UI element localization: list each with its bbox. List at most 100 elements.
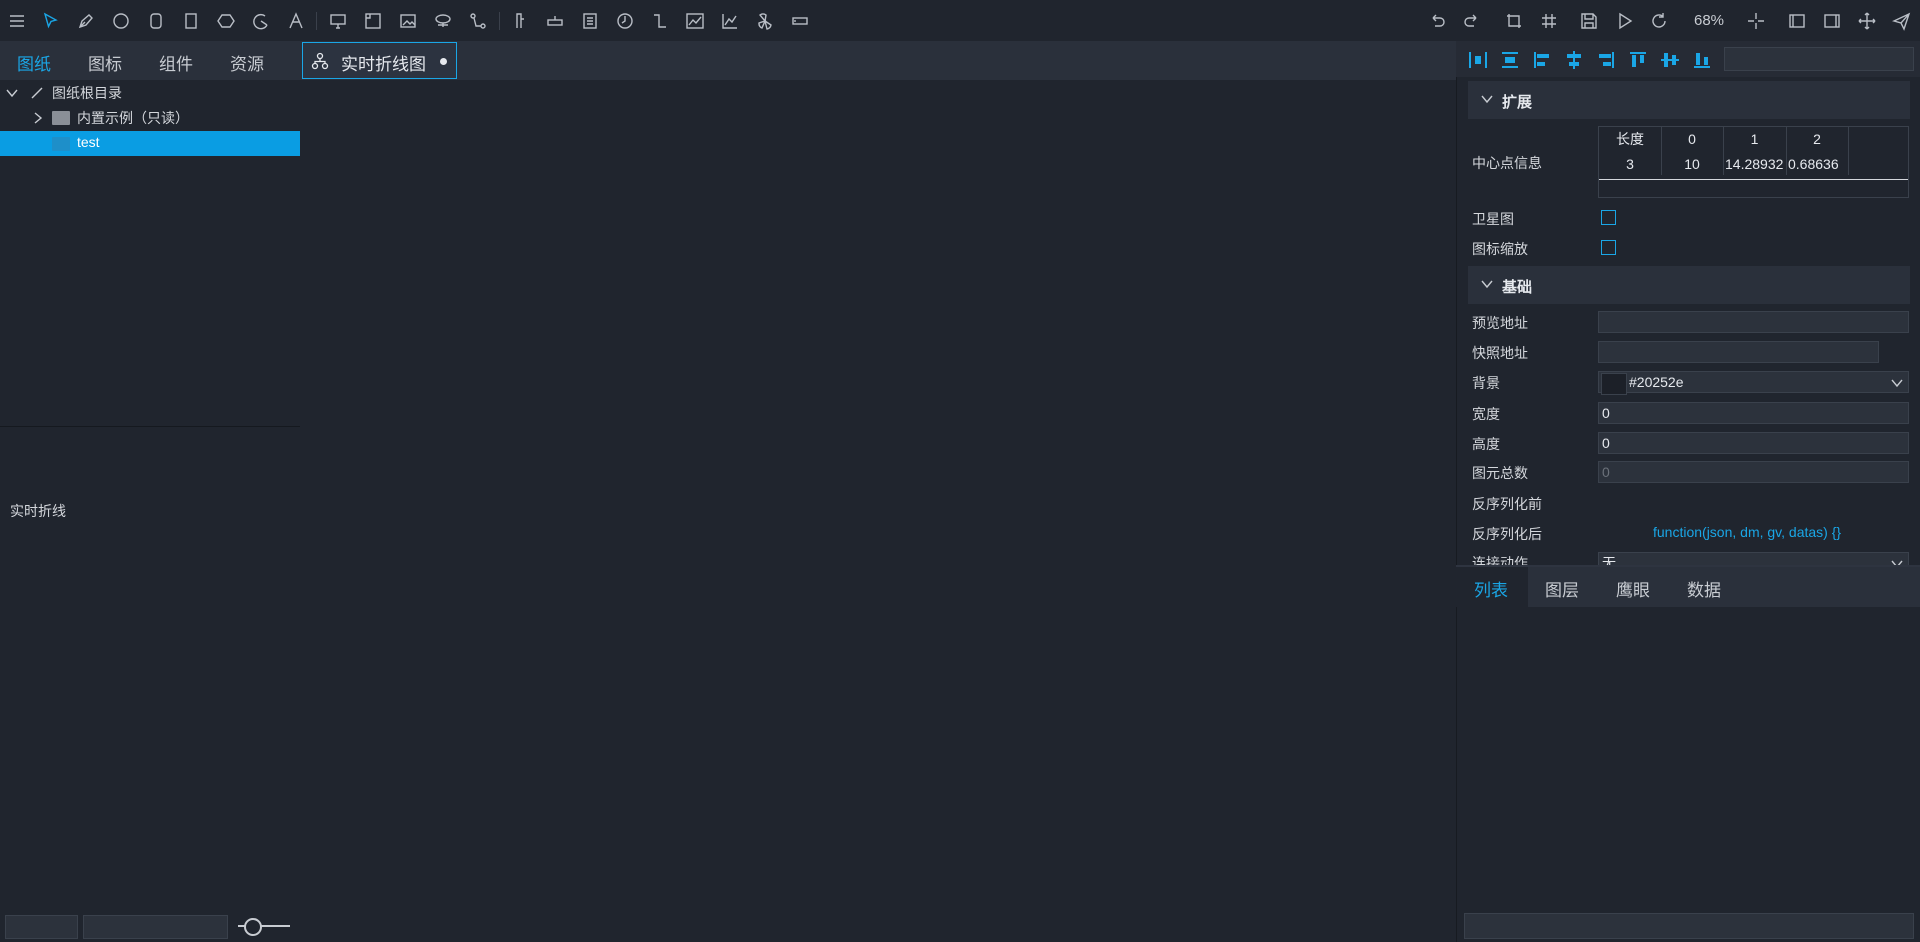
color-swatch[interactable] [1601, 373, 1627, 395]
tree-item-test[interactable]: test [0, 131, 300, 156]
element-total-label: 图元总数 [1472, 465, 1528, 481]
menu-icon[interactable] [5, 9, 29, 33]
table-header-cell: 1 [1750, 131, 1759, 147]
redo-icon[interactable] [1460, 9, 1484, 33]
distribute-h-icon[interactable] [1467, 49, 1489, 71]
size-slider-knob[interactable] [244, 918, 262, 936]
align-center-h-icon[interactable] [1563, 49, 1585, 71]
preview-url-input[interactable] [1598, 311, 1909, 333]
folder-icon [52, 137, 70, 151]
snapshot-url-input[interactable] [1598, 341, 1879, 363]
monitor-icon[interactable] [326, 9, 350, 33]
rounded-rect-icon[interactable] [144, 9, 168, 33]
fan-icon[interactable] [753, 9, 777, 33]
height-label: 高度 [1472, 436, 1500, 452]
document-icon[interactable] [578, 9, 602, 33]
tab-icons[interactable]: 图标 [88, 50, 122, 75]
tab-list[interactable]: 列表 [1474, 576, 1508, 601]
deserialize-after-function-link[interactable]: function(json, dm, gv, datas) {} [1653, 524, 1841, 540]
arc-icon[interactable] [249, 9, 273, 33]
chevron-down-icon[interactable] [5, 86, 19, 100]
hexagon-icon[interactable] [214, 9, 238, 33]
connect-action-select[interactable]: 无 [1598, 552, 1909, 565]
align-middle-v-icon[interactable] [1659, 49, 1681, 71]
chevron-down-icon [1891, 560, 1903, 565]
circle-icon[interactable] [109, 9, 133, 33]
icon-scale-checkbox[interactable] [1601, 240, 1616, 255]
table-cell[interactable]: 0.68636 [1788, 152, 1848, 176]
chart-bar-v-icon[interactable] [508, 9, 532, 33]
table-cell[interactable]: 10 [1661, 152, 1723, 176]
align-right-icon[interactable] [1595, 49, 1617, 71]
chevron-down-icon [1481, 280, 1493, 289]
drawing-canvas[interactable] [300, 80, 1456, 942]
align-top-icon[interactable] [1627, 49, 1649, 71]
property-filter-input[interactable] [1724, 47, 1914, 71]
save-icon[interactable] [1577, 9, 1601, 33]
frame-icon[interactable] [361, 9, 385, 33]
image-icon[interactable] [396, 9, 420, 33]
play-icon[interactable] [1612, 9, 1636, 33]
document-tab[interactable]: 实时折线图 [302, 42, 457, 79]
chevron-down-icon [1891, 379, 1903, 388]
connect-action-label: 连接动作 [1472, 555, 1528, 565]
tab-drawings[interactable]: 图纸 [17, 50, 51, 75]
deserialize-before-label: 反序列化前 [1472, 496, 1542, 512]
toolbar-separator [499, 12, 500, 30]
tree-item-builtin[interactable]: 内置示例（只读） [0, 105, 300, 130]
tab-resources[interactable]: 资源 [230, 50, 264, 75]
tab-layers[interactable]: 图层 [1545, 576, 1579, 601]
zoom-level[interactable]: 68% [1694, 12, 1724, 29]
align-left-icon[interactable] [1531, 49, 1553, 71]
width-input[interactable]: 0 [1598, 402, 1909, 424]
element-total-input: 0 [1598, 461, 1909, 483]
section-basic-title: 基础 [1502, 279, 1533, 296]
chevron-right-icon[interactable] [31, 111, 45, 125]
unsaved-dot-icon [440, 58, 447, 65]
text-icon[interactable] [284, 9, 308, 33]
crop-icon[interactable] [1502, 9, 1526, 33]
satellite-checkbox[interactable] [1601, 210, 1616, 225]
section-extend-header[interactable]: 扩展 [1468, 81, 1910, 119]
background-label: 背景 [1472, 375, 1500, 391]
panel-right-icon[interactable] [1820, 9, 1844, 33]
tree-root[interactable]: 图纸根目录 [0, 80, 300, 105]
list-filter-input[interactable] [1464, 913, 1914, 939]
move-icon[interactable] [1855, 9, 1879, 33]
clock-icon[interactable] [613, 9, 637, 33]
rect-icon[interactable] [179, 9, 203, 33]
refresh-icon[interactable] [1647, 9, 1671, 33]
panel-left-icon[interactable] [1785, 9, 1809, 33]
network-icon[interactable] [431, 9, 455, 33]
background-color-select[interactable]: #20252e [1598, 371, 1909, 393]
chart-bar-h-icon[interactable] [543, 9, 567, 33]
table-header-cell: 长度 [1616, 131, 1644, 147]
connector-icon[interactable] [466, 9, 490, 33]
align-bottom-icon[interactable] [1691, 49, 1713, 71]
table-cell[interactable]: 3 [1599, 152, 1661, 176]
line-chart-icon[interactable] [683, 9, 707, 33]
component-item-label[interactable]: 实时折线 [10, 501, 66, 521]
bottom-input-1[interactable] [5, 915, 78, 939]
grid-icon[interactable] [1537, 9, 1561, 33]
bottom-input-2[interactable] [83, 915, 228, 939]
section-basic-header[interactable]: 基础 [1468, 266, 1910, 304]
crosshair-icon[interactable] [1744, 9, 1768, 33]
section-extend-title: 扩展 [1502, 94, 1533, 111]
tab-data[interactable]: 数据 [1687, 576, 1721, 601]
tab-components[interactable]: 组件 [159, 50, 193, 75]
step-line-icon[interactable] [648, 9, 672, 33]
area-chart-icon[interactable] [718, 9, 742, 33]
select-icon[interactable] [39, 9, 63, 33]
panel-divider[interactable] [0, 426, 300, 427]
input-box-icon[interactable] [788, 9, 812, 33]
pen-icon[interactable] [74, 9, 98, 33]
table-cell[interactable]: 14.28932 [1725, 152, 1786, 176]
main-toolbar: 68% [0, 0, 1920, 42]
send-icon[interactable] [1890, 9, 1914, 33]
undo-icon[interactable] [1425, 9, 1449, 33]
center-info-table[interactable]: 长度 0 1 2 3 10 14.28932 0.68636 [1598, 126, 1909, 198]
tab-eagle-eye[interactable]: 鹰眼 [1616, 576, 1650, 601]
distribute-v-icon[interactable] [1499, 49, 1521, 71]
height-input[interactable]: 0 [1598, 432, 1909, 454]
